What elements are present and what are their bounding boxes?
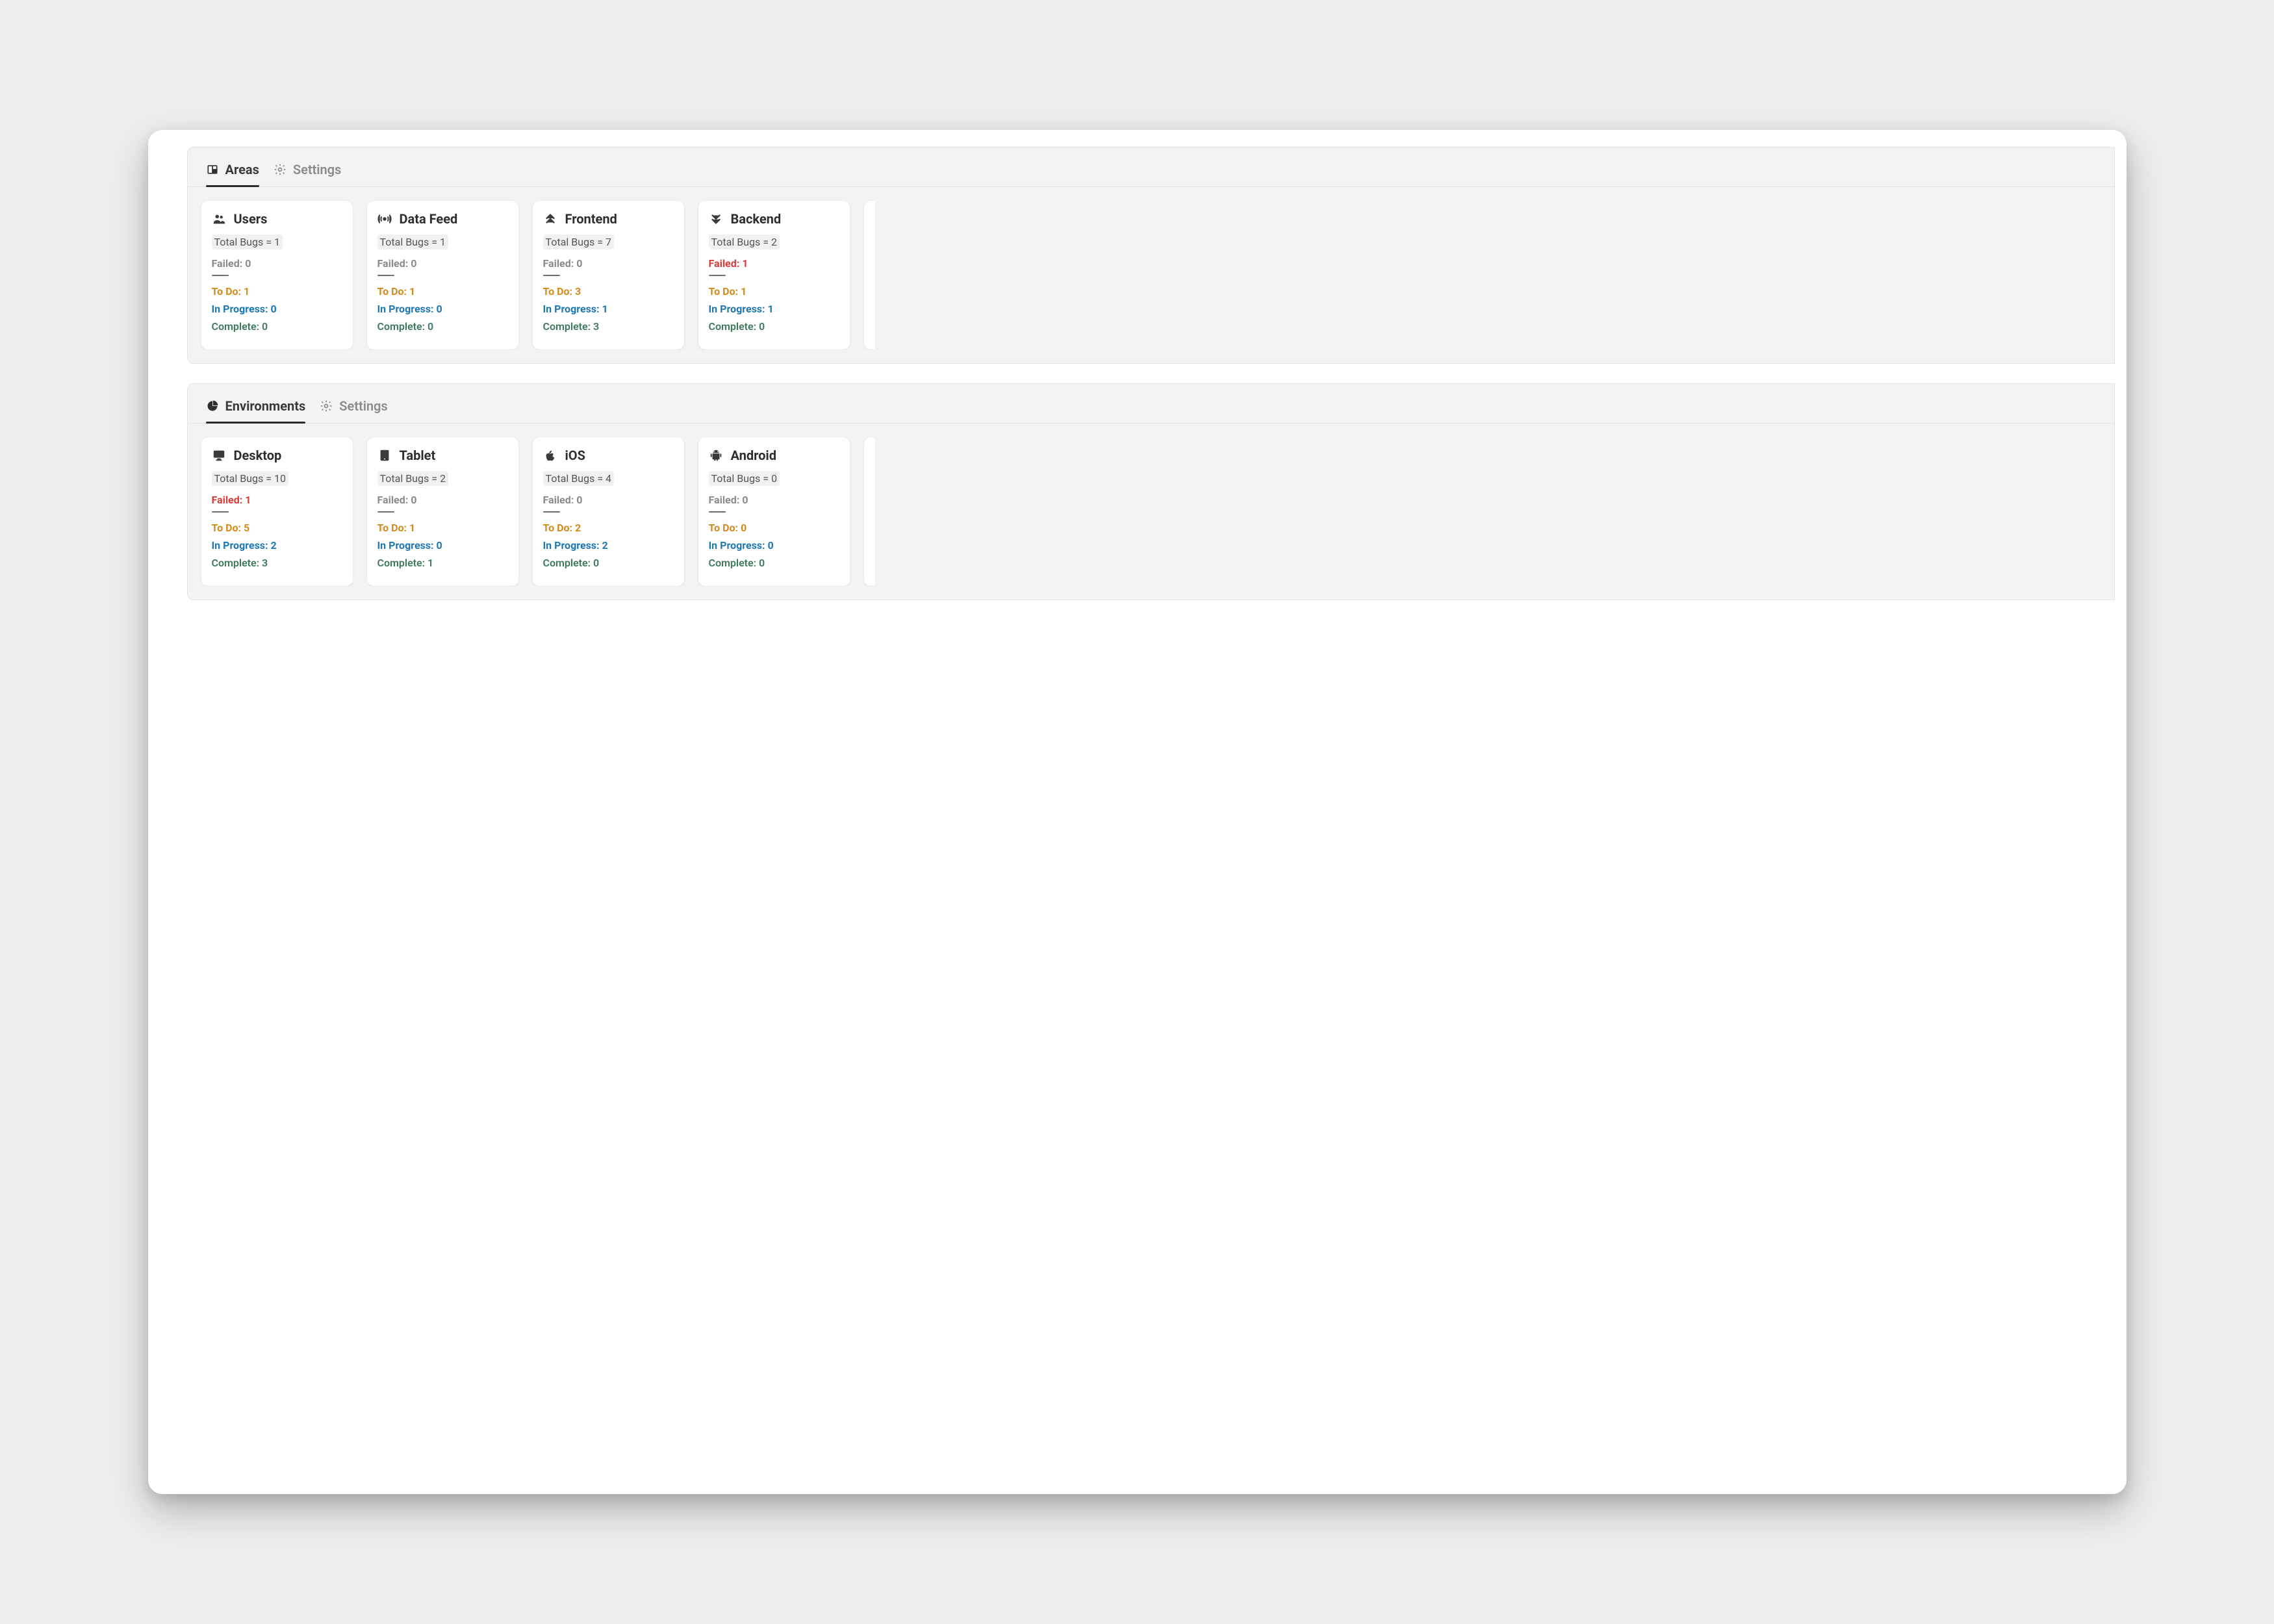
card-users[interactable]: Users Total Bugs = 1 Failed: 0 To Do: 1 … bbox=[201, 200, 353, 350]
card-title: Android bbox=[731, 448, 776, 463]
tab-label: Environments bbox=[225, 398, 306, 414]
tab-environments-settings[interactable]: Settings bbox=[320, 398, 387, 423]
tab-label: Settings bbox=[339, 398, 387, 414]
stat-todo: To Do: 2 bbox=[543, 522, 674, 534]
columns-icon bbox=[206, 163, 219, 176]
stat-inprogress: In Progress: 0 bbox=[377, 303, 508, 315]
total-bugs: Total Bugs = 2 bbox=[709, 235, 780, 249]
stat-complete: Complete: 0 bbox=[212, 320, 342, 333]
stat-inprogress: In Progress: 0 bbox=[377, 539, 508, 552]
stat-complete: Complete: 1 bbox=[377, 557, 508, 569]
divider bbox=[212, 275, 229, 276]
card-android[interactable]: Android Total Bugs = 0 Failed: 0 To Do: … bbox=[698, 437, 850, 587]
total-bugs: Total Bugs = 2 bbox=[377, 471, 448, 486]
stat-todo: To Do: 1 bbox=[377, 285, 508, 298]
divider bbox=[543, 511, 560, 513]
stat-todo: To Do: 5 bbox=[212, 522, 342, 534]
tabbar-environments: Environments Settings bbox=[188, 384, 2114, 424]
card-title: Users bbox=[234, 211, 268, 227]
android-icon bbox=[709, 448, 723, 463]
total-bugs: Total Bugs = 1 bbox=[212, 235, 283, 249]
stat-failed: Failed: 0 bbox=[543, 494, 674, 506]
tab-label: Settings bbox=[293, 162, 341, 177]
stat-todo: To Do: 3 bbox=[543, 285, 674, 298]
app-window: Areas Settings Users bbox=[148, 130, 2127, 1494]
section-areas: Areas Settings Users bbox=[187, 147, 2115, 364]
total-bugs: Total Bugs = 1 bbox=[377, 235, 448, 249]
stat-complete: Complete: 0 bbox=[709, 557, 839, 569]
total-bugs: Total Bugs = 7 bbox=[543, 235, 614, 249]
card-frontend[interactable]: Frontend Total Bugs = 7 Failed: 0 To Do:… bbox=[532, 200, 685, 350]
tab-label: Areas bbox=[225, 162, 259, 177]
stat-inprogress: In Progress: 1 bbox=[543, 303, 674, 315]
stat-complete: Complete: 0 bbox=[377, 320, 508, 333]
card-title: Data Feed bbox=[400, 211, 458, 227]
divider bbox=[709, 275, 726, 276]
gear-icon bbox=[274, 163, 287, 176]
tabbar-areas: Areas Settings bbox=[188, 147, 2114, 187]
card-title: Frontend bbox=[565, 211, 617, 227]
total-bugs: Total Bugs = 4 bbox=[543, 471, 614, 486]
divider bbox=[212, 511, 229, 513]
divider bbox=[377, 511, 394, 513]
stat-todo: To Do: 1 bbox=[377, 522, 508, 534]
card-title: Tablet bbox=[400, 448, 436, 463]
gear-icon bbox=[320, 400, 333, 412]
stat-failed: Failed: 0 bbox=[709, 494, 839, 506]
total-bugs: Total Bugs = 0 bbox=[709, 471, 780, 486]
stat-inprogress: In Progress: 2 bbox=[212, 539, 342, 552]
stat-failed: Failed: 0 bbox=[212, 257, 342, 270]
stat-failed: Failed: 1 bbox=[212, 494, 342, 506]
apple-icon bbox=[543, 448, 557, 463]
stat-complete: Complete: 0 bbox=[543, 557, 674, 569]
stat-inprogress: In Progress: 0 bbox=[709, 539, 839, 552]
cards-row-areas: Users Total Bugs = 1 Failed: 0 To Do: 1 … bbox=[188, 187, 2114, 350]
tab-areas[interactable]: Areas bbox=[206, 162, 259, 186]
card-title: Desktop bbox=[234, 448, 282, 463]
stat-todo: To Do: 1 bbox=[212, 285, 342, 298]
card-data-feed[interactable]: Data Feed Total Bugs = 1 Failed: 0 To Do… bbox=[366, 200, 519, 350]
card-backend[interactable]: Backend Total Bugs = 2 Failed: 1 To Do: … bbox=[698, 200, 850, 350]
users-icon bbox=[212, 212, 226, 226]
chevrons-down-icon bbox=[709, 212, 723, 226]
stat-complete: Complete: 0 bbox=[709, 320, 839, 333]
divider bbox=[709, 511, 726, 513]
card-overflow-peek[interactable] bbox=[863, 437, 875, 587]
stat-inprogress: In Progress: 2 bbox=[543, 539, 674, 552]
cards-row-environments: Desktop Total Bugs = 10 Failed: 1 To Do:… bbox=[188, 424, 2114, 587]
divider bbox=[543, 275, 560, 276]
stat-inprogress: In Progress: 1 bbox=[709, 303, 839, 315]
divider bbox=[377, 275, 394, 276]
card-overflow-peek[interactable] bbox=[863, 200, 875, 350]
total-bugs: Total Bugs = 10 bbox=[212, 471, 288, 486]
stat-complete: Complete: 3 bbox=[212, 557, 342, 569]
stat-failed: Failed: 0 bbox=[377, 494, 508, 506]
card-tablet[interactable]: Tablet Total Bugs = 2 Failed: 0 To Do: 1… bbox=[366, 437, 519, 587]
dashboard-canvas: Areas Settings Users bbox=[160, 147, 2115, 1482]
stat-todo: To Do: 1 bbox=[709, 285, 839, 298]
card-desktop[interactable]: Desktop Total Bugs = 10 Failed: 1 To Do:… bbox=[201, 437, 353, 587]
tab-environments[interactable]: Environments bbox=[206, 398, 306, 423]
stat-complete: Complete: 3 bbox=[543, 320, 674, 333]
broadcast-icon bbox=[377, 212, 392, 226]
stat-failed: Failed: 0 bbox=[377, 257, 508, 270]
card-title: Backend bbox=[731, 211, 782, 227]
stat-failed: Failed: 1 bbox=[709, 257, 839, 270]
chevrons-up-icon bbox=[543, 212, 557, 226]
tab-areas-settings[interactable]: Settings bbox=[274, 162, 341, 186]
tablet-icon bbox=[377, 448, 392, 463]
stat-failed: Failed: 0 bbox=[543, 257, 674, 270]
stat-inprogress: In Progress: 0 bbox=[212, 303, 342, 315]
card-ios[interactable]: iOS Total Bugs = 4 Failed: 0 To Do: 2 In… bbox=[532, 437, 685, 587]
card-title: iOS bbox=[565, 448, 585, 463]
section-environments: Environments Settings Desktop bbox=[187, 383, 2115, 600]
desktop-icon bbox=[212, 448, 226, 463]
stat-todo: To Do: 0 bbox=[709, 522, 839, 534]
pie-chart-icon bbox=[206, 400, 219, 412]
